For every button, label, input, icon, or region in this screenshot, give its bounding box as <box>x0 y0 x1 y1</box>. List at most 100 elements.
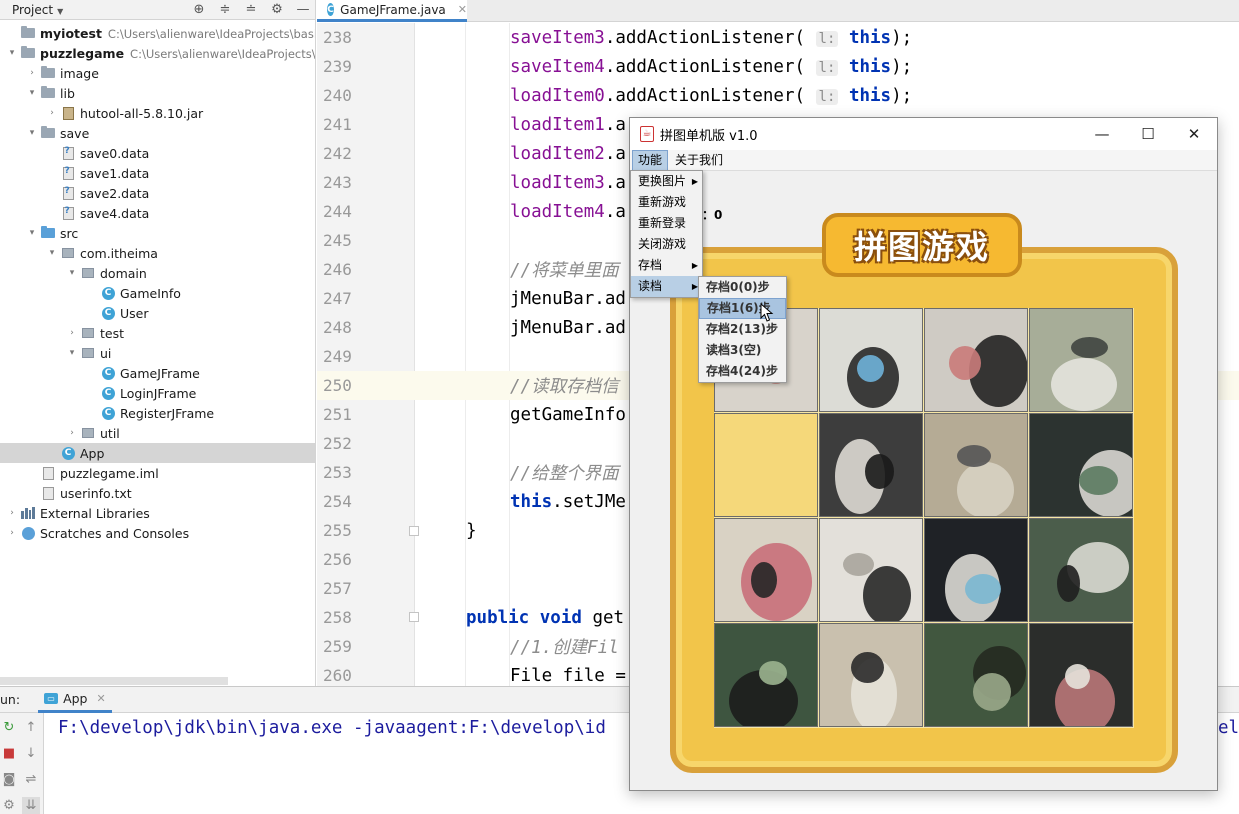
tree-item[interactable]: ▾ puzzlegame C:\Users\alienware\IdeaProjec… <box>0 43 315 63</box>
tree-item[interactable]: ▾ lib <box>0 83 315 103</box>
fold-icon[interactable] <box>409 526 419 536</box>
tree-item[interactable]: save2.data <box>0 183 315 203</box>
puzzle-game-window[interactable]: ☕ 拼图单机版 v1.0 — ☐ ✕ 功能 关于我们 ：0 拼图游戏 <box>629 117 1218 791</box>
load-menu-item[interactable]: 读档3(空) <box>699 340 786 361</box>
puzzle-tile[interactable] <box>1029 623 1133 727</box>
tree-item[interactable]: › Scratches and Consoles <box>0 523 315 543</box>
collapse-all-icon[interactable]: ≐ <box>238 2 264 17</box>
line-number: 250 <box>323 376 352 395</box>
puzzle-tile[interactable] <box>819 518 923 622</box>
scroll-down-icon[interactable]: ↓ <box>22 745 40 763</box>
function-menu-item[interactable]: 关闭游戏 <box>631 234 702 255</box>
puzzle-tile[interactable] <box>819 308 923 412</box>
java-app-icon: ☕ <box>640 126 654 142</box>
tree-item[interactable]: › test <box>0 323 315 343</box>
locate-icon[interactable]: ⊕ <box>186 2 212 17</box>
project-folder-icon <box>20 26 36 40</box>
soft-wrap-icon[interactable]: ⇌ <box>22 771 40 789</box>
chevron-down-icon[interactable]: ▾ <box>6 48 18 58</box>
tree-item[interactable]: userinfo.txt <box>0 483 315 503</box>
puzzle-tile[interactable] <box>819 413 923 517</box>
code-line[interactable]: 240 loadItem0.addActionListener( l: this)… <box>317 81 1239 110</box>
chevron-right-icon[interactable]: › <box>66 328 78 338</box>
load-menu-item[interactable]: 存档0(0)步 <box>699 277 786 298</box>
function-menu-item[interactable]: 读档 ▶ <box>631 276 702 297</box>
tile-texture <box>957 445 991 467</box>
chevron-right-icon[interactable]: › <box>6 508 18 518</box>
tree-item[interactable]: C User <box>0 303 315 323</box>
rerun-icon[interactable]: ↻ <box>0 719 18 737</box>
close-icon[interactable]: ✕ <box>458 3 467 16</box>
tree-item[interactable]: C GameJFrame <box>0 363 315 383</box>
window-title-bar[interactable]: ☕ 拼图单机版 v1.0 — ☐ ✕ <box>630 118 1217 150</box>
chevron-right-icon[interactable]: › <box>26 68 38 78</box>
tree-item[interactable]: C GameInfo <box>0 283 315 303</box>
tree-item[interactable]: › hutool-all-5.8.10.jar <box>0 103 315 123</box>
tree-item[interactable]: › image <box>0 63 315 83</box>
tree-item[interactable]: › External Libraries <box>0 503 315 523</box>
chevron-down-icon[interactable]: ▾ <box>26 228 38 238</box>
tree-item[interactable]: C RegisterJFrame <box>0 403 315 423</box>
package-icon <box>80 266 96 280</box>
chevron-down-icon[interactable]: ▾ <box>26 88 38 98</box>
function-menu-item[interactable]: 更换图片 ▶ <box>631 171 702 192</box>
menu-function[interactable]: 功能 <box>632 150 669 171</box>
hide-icon[interactable]: — <box>290 2 315 17</box>
chevron-down-icon[interactable]: ▾ <box>46 248 58 258</box>
tree-item[interactable]: ▾ com.itheima <box>0 243 315 263</box>
close-icon[interactable]: ✕ <box>96 692 105 705</box>
project-view-selector[interactable]: Project ▼ <box>0 3 186 17</box>
horizontal-scrollbar[interactable] <box>0 677 228 685</box>
puzzle-tile[interactable] <box>1029 518 1133 622</box>
scroll-to-end-icon[interactable]: ⇊ <box>22 797 40 814</box>
tree-item[interactable]: C App <box>0 443 315 463</box>
tree-item[interactable]: C LoginJFrame <box>0 383 315 403</box>
load-menu-item[interactable]: 存档4(24)步 <box>699 361 786 382</box>
chevron-right-icon[interactable]: › <box>46 108 58 118</box>
expand-all-icon[interactable]: ≑ <box>212 2 238 17</box>
empty-tile[interactable] <box>714 413 818 517</box>
function-menu-item[interactable]: 存档 ▶ <box>631 255 702 276</box>
close-button[interactable]: ✕ <box>1171 118 1217 150</box>
tree-item[interactable]: ▾ domain <box>0 263 315 283</box>
chevron-down-icon[interactable]: ▾ <box>26 128 38 138</box>
function-menu-item[interactable]: 重新游戏 <box>631 192 702 213</box>
code-line[interactable]: 239 saveItem4.addActionListener( l: this)… <box>317 52 1239 81</box>
tree-item[interactable]: › util <box>0 423 315 443</box>
tree-item[interactable]: save4.data <box>0 203 315 223</box>
fold-icon[interactable] <box>409 612 419 622</box>
function-menu-item[interactable]: 重新登录 <box>631 213 702 234</box>
puzzle-tile[interactable] <box>1029 308 1133 412</box>
chevron-down-icon[interactable]: ▾ <box>66 268 78 278</box>
tree-item[interactable]: ▾ save <box>0 123 315 143</box>
stop-icon[interactable]: ■ <box>0 745 18 763</box>
tree-item[interactable]: ▾ src <box>0 223 315 243</box>
puzzle-tile[interactable] <box>714 623 818 727</box>
tile-texture <box>857 355 884 382</box>
camera-icon[interactable]: ◙ <box>0 771 18 789</box>
puzzle-tile[interactable] <box>924 308 1028 412</box>
settings-icon[interactable]: ⚙ <box>0 797 18 814</box>
tree-item[interactable]: puzzlegame.iml <box>0 463 315 483</box>
puzzle-tile[interactable] <box>924 413 1028 517</box>
puzzle-tile[interactable] <box>714 518 818 622</box>
menu-about[interactable]: 关于我们 <box>670 150 728 171</box>
tab-gamejframe[interactable]: C GameJFrame.java ✕ <box>317 0 467 22</box>
tree-item[interactable]: ▾ ui <box>0 343 315 363</box>
chevron-down-icon[interactable]: ▾ <box>66 348 78 358</box>
run-tab-app[interactable]: ▭ App ✕ <box>38 687 112 713</box>
puzzle-tile[interactable] <box>924 518 1028 622</box>
tree-item[interactable]: myiotest C:\Users\alienware\IdeaProjects\… <box>0 23 315 43</box>
tree-item[interactable]: save1.data <box>0 163 315 183</box>
scroll-up-icon[interactable]: ↑ <box>22 719 40 737</box>
chevron-right-icon[interactable]: › <box>6 528 18 538</box>
maximize-button[interactable]: ☐ <box>1125 118 1171 150</box>
code-line[interactable]: 238 saveItem3.addActionListener( l: this)… <box>317 23 1239 52</box>
gear-icon[interactable]: ⚙ <box>264 2 290 17</box>
puzzle-tile[interactable] <box>924 623 1028 727</box>
puzzle-tile[interactable] <box>1029 413 1133 517</box>
tree-item[interactable]: save0.data <box>0 143 315 163</box>
minimize-button[interactable]: — <box>1079 118 1125 150</box>
puzzle-tile[interactable] <box>819 623 923 727</box>
chevron-right-icon[interactable]: › <box>66 428 78 438</box>
